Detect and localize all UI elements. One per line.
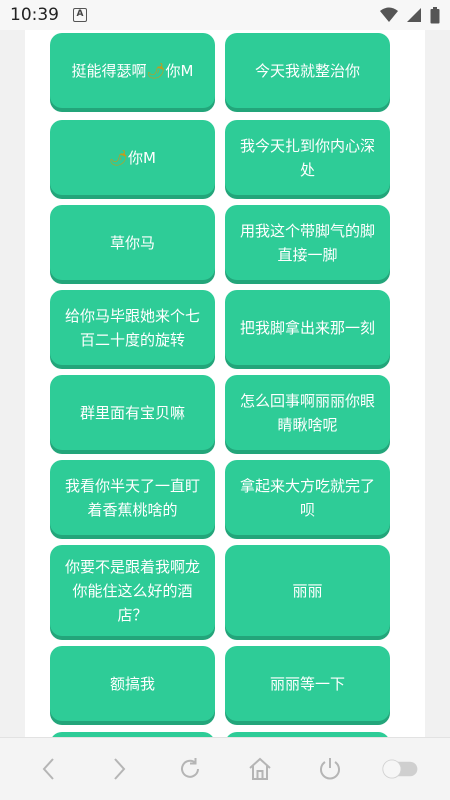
battery-icon xyxy=(430,6,440,23)
home-icon[interactable] xyxy=(240,749,280,789)
sound-button[interactable]: 拿起来大方吃就完了呗 xyxy=(225,460,390,535)
sound-button-label: 草你马 xyxy=(109,233,155,252)
sound-button-label: 今天我就整治你 xyxy=(254,61,360,80)
sound-button[interactable]: 草你马 xyxy=(50,205,215,280)
sound-button-label: 额搞我 xyxy=(109,674,155,693)
back-icon[interactable] xyxy=(29,749,69,789)
sound-button-label: 丽丽 xyxy=(292,581,323,600)
refresh-icon[interactable] xyxy=(170,749,210,789)
sound-button[interactable]: 用我这个带脚气的脚直接一脚 xyxy=(225,205,390,280)
a-notification-icon: A xyxy=(73,8,87,22)
signal-icon xyxy=(407,8,421,22)
sound-button[interactable]: 给你马毕跟她来个七百二十度的旋转 xyxy=(50,290,215,365)
sound-button[interactable]: 额搞我 xyxy=(50,646,215,721)
sound-button-label: 挺能得瑟啊🌶你M xyxy=(71,61,194,80)
sound-button[interactable]: 我今天扎到你内心深处 xyxy=(225,120,390,195)
sound-button[interactable]: 挺能得瑟啊🌶你M xyxy=(50,33,215,108)
sound-button-label: 把我脚拿出来那一刻 xyxy=(239,318,375,337)
sound-button-label: 用我这个带脚气的脚直接一脚 xyxy=(239,221,375,264)
status-bar: 10:39 A xyxy=(0,0,450,30)
sound-button-label: 我看你半天了一直盯着香蕉桃啥的 xyxy=(64,476,200,519)
sound-button-label: 怎么回事啊丽丽你眼睛瞅啥呢 xyxy=(239,391,375,434)
sound-button-label: 拿起来大方吃就完了呗 xyxy=(239,476,375,519)
sound-button[interactable]: 群里面有宝贝嘛 xyxy=(50,375,215,450)
wifi-icon xyxy=(380,7,398,22)
power-icon[interactable] xyxy=(310,749,350,789)
sound-button-label: 你要不是跟着我啊龙你能住这么好的酒店？ xyxy=(64,557,200,624)
sound-button-label: 丽丽等一下 xyxy=(269,674,345,693)
status-icons xyxy=(380,6,440,24)
pepper-icon: 🌶 xyxy=(109,148,129,167)
sound-button-label: 给你马毕跟她来个七百二十度的旋转 xyxy=(64,306,200,349)
sound-button[interactable]: 丽丽等一下 xyxy=(225,646,390,721)
button-list[interactable]: 挺能得瑟啊🌶你M 今天我就整治你 🌶你M 我今天扎到你内心深处草你马 用我这个带脚气的脚… xyxy=(25,30,425,737)
sound-button-label: 我今天扎到你内心深处 xyxy=(239,136,375,179)
sound-button[interactable]: 丽丽 xyxy=(225,545,390,636)
sound-button[interactable]: 我看你半天了一直盯着香蕉桃啥的 xyxy=(50,460,215,535)
sound-button[interactable]: 怎么回事啊丽丽你眼睛瞅啥呢 xyxy=(225,375,390,450)
pepper-icon: 🌶 xyxy=(146,61,166,80)
sound-button[interactable]: 今天我就整治你 xyxy=(225,33,390,108)
sound-button-label: 🌶你M xyxy=(109,148,156,167)
forward-icon[interactable] xyxy=(99,749,139,789)
sound-button-label: 群里面有宝贝嘛 xyxy=(79,403,185,422)
sound-button[interactable]: 你要不是跟着我啊龙你能住这么好的酒店？ xyxy=(50,545,215,636)
sound-button[interactable]: 把我脚拿出来那一刻 xyxy=(225,290,390,365)
sound-button[interactable]: 🌶你M xyxy=(50,120,215,195)
bottom-nav-bar xyxy=(0,737,450,800)
status-time: 10:39 xyxy=(10,5,59,25)
toggle-switch[interactable] xyxy=(381,749,421,789)
